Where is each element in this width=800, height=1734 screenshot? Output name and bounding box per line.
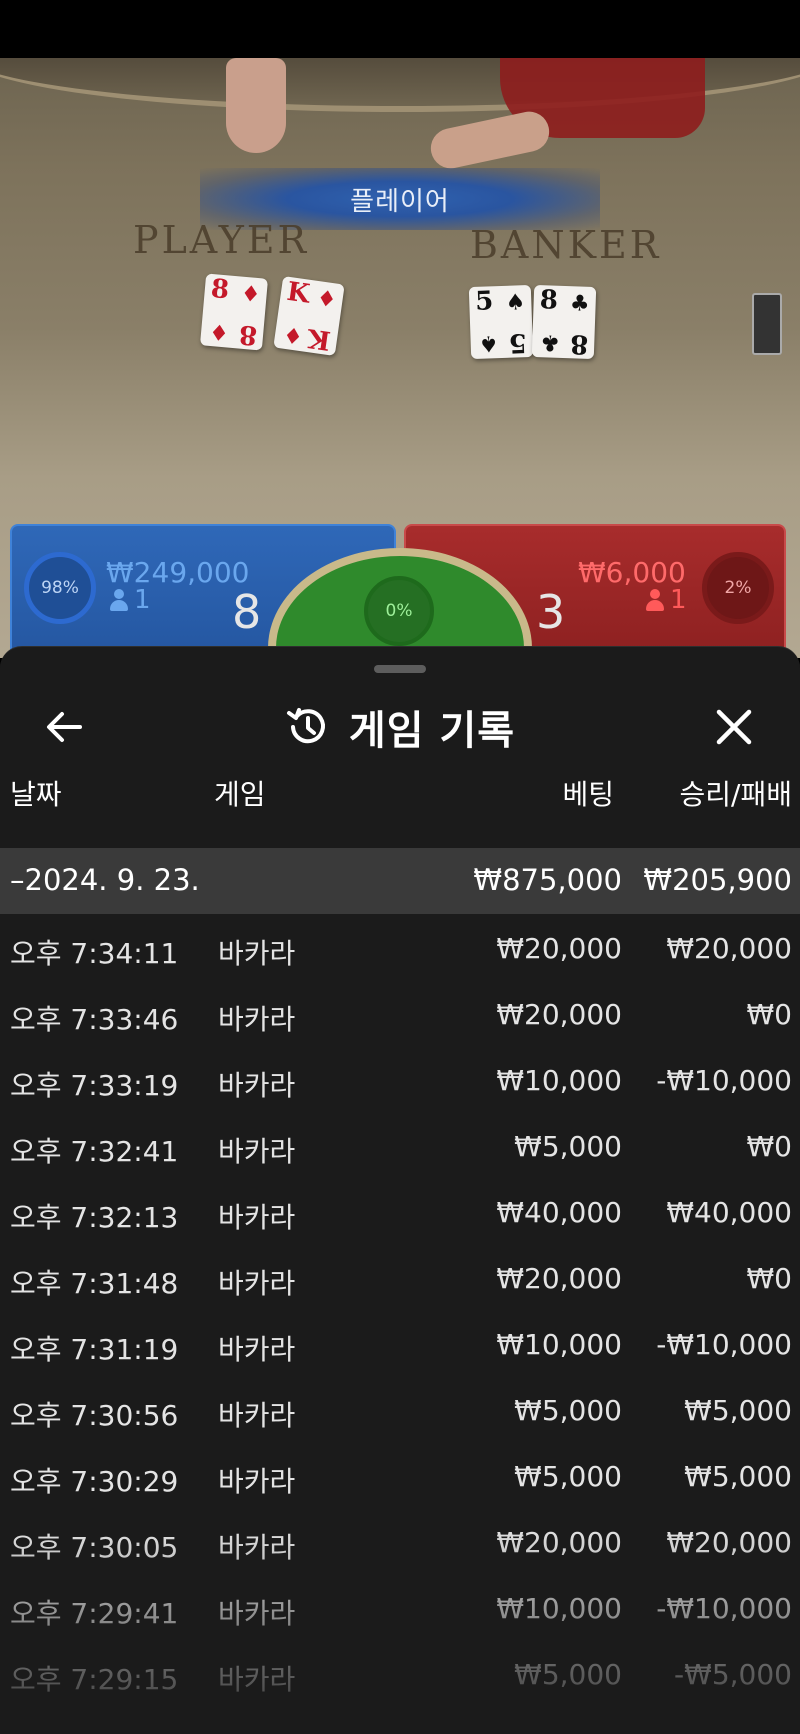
summary-date: –2024. 9. 23.	[10, 863, 200, 897]
banker-score: 3	[536, 585, 566, 639]
history-row[interactable]: 오후 7:31:19 바카라 ₩10,000 -₩10,000	[0, 1310, 800, 1376]
history-row[interactable]: 오후 7:33:46 바카라 ₩20,000 ₩0	[0, 980, 800, 1046]
history-row[interactable]: 오후 7:34:11 바카라 ₩20,000 ₩20,000	[0, 914, 800, 980]
column-header-bet: 베팅	[562, 778, 614, 811]
summary-bet-total: ₩875,000	[473, 863, 622, 897]
dealer-hand	[226, 58, 286, 153]
column-header-date: 날짜	[10, 778, 62, 811]
banker-table-label: BANKER	[470, 223, 662, 267]
history-row[interactable]: 오후 7:33:19 바카라 ₩10,000 -₩10,000	[0, 1046, 800, 1112]
person-icon	[646, 589, 664, 611]
sheet-header: 게임 기록	[0, 683, 800, 771]
history-row[interactable]: 오후 7:31:48 바카라 ₩20,000 ₩0	[0, 1244, 800, 1310]
history-row[interactable]: 오후 7:32:13 바카라 ₩40,000 ₩40,000	[0, 1178, 800, 1244]
history-rows: 오후 7:34:11 바카라 ₩20,000 ₩20,000 오후 7:33:4…	[0, 914, 800, 1706]
banker-bettor-count: 1	[646, 585, 687, 615]
history-row[interactable]: 오후 7:32:41 바카라 ₩5,000 ₩0	[0, 1112, 800, 1178]
date-group-summary-row[interactable]: –2024. 9. 23. ₩875,000 ₩205,900	[0, 848, 800, 914]
column-header-game: 게임	[214, 778, 266, 811]
player-percent-ring: 98%	[24, 552, 96, 624]
card-shoe	[752, 293, 782, 355]
banker-card-2: 8 ♣ 8 ♣	[531, 284, 597, 360]
tie-percent-ring: 0%	[364, 576, 434, 646]
sheet-title: 게임 기록	[348, 708, 516, 754]
player-card-2: K ♦ K ♦	[273, 276, 345, 356]
history-row[interactable]: 오후 7:30:56 바카라 ₩5,000 ₩5,000	[0, 1376, 800, 1442]
player-card-1: 8 ♦ 8 ♦	[199, 273, 269, 351]
person-icon	[110, 589, 128, 611]
banker-percent-ring: 2%	[702, 552, 774, 624]
history-row[interactable]: 오후 7:30:05 바카라 ₩20,000 ₩20,000	[0, 1508, 800, 1574]
status-bar	[0, 0, 800, 58]
player-bettor-count: 1	[110, 585, 151, 615]
sheet-drag-handle[interactable]	[374, 665, 426, 673]
close-x-icon	[716, 709, 752, 745]
history-row[interactable]: 오후 7:30:29 바카라 ₩5,000 ₩5,000	[0, 1442, 800, 1508]
column-header-win-loss: 승리/패배	[679, 778, 792, 811]
arrow-left-icon	[47, 712, 82, 742]
history-clock-icon	[286, 708, 325, 744]
game-history-sheet: 게임 기록 날짜 게임 베팅 승리/패배 –2024. 9. 23. ₩875,…	[0, 646, 800, 1734]
player-score: 8	[232, 585, 262, 639]
dealer-arm	[427, 107, 553, 173]
banker-card-1: 5 ♠ 5 ♠	[468, 284, 534, 360]
player-table-label: PLAYER	[133, 218, 310, 262]
summary-win-loss-total: ₩205,900	[643, 863, 792, 897]
back-button[interactable]	[36, 701, 92, 753]
history-row[interactable]: 오후 7:29:15 바카라 ₩5,000 -₩5,000	[0, 1640, 800, 1706]
close-button[interactable]	[706, 701, 762, 753]
history-row[interactable]: 오후 7:29:41 바카라 ₩10,000 -₩10,000	[0, 1574, 800, 1640]
